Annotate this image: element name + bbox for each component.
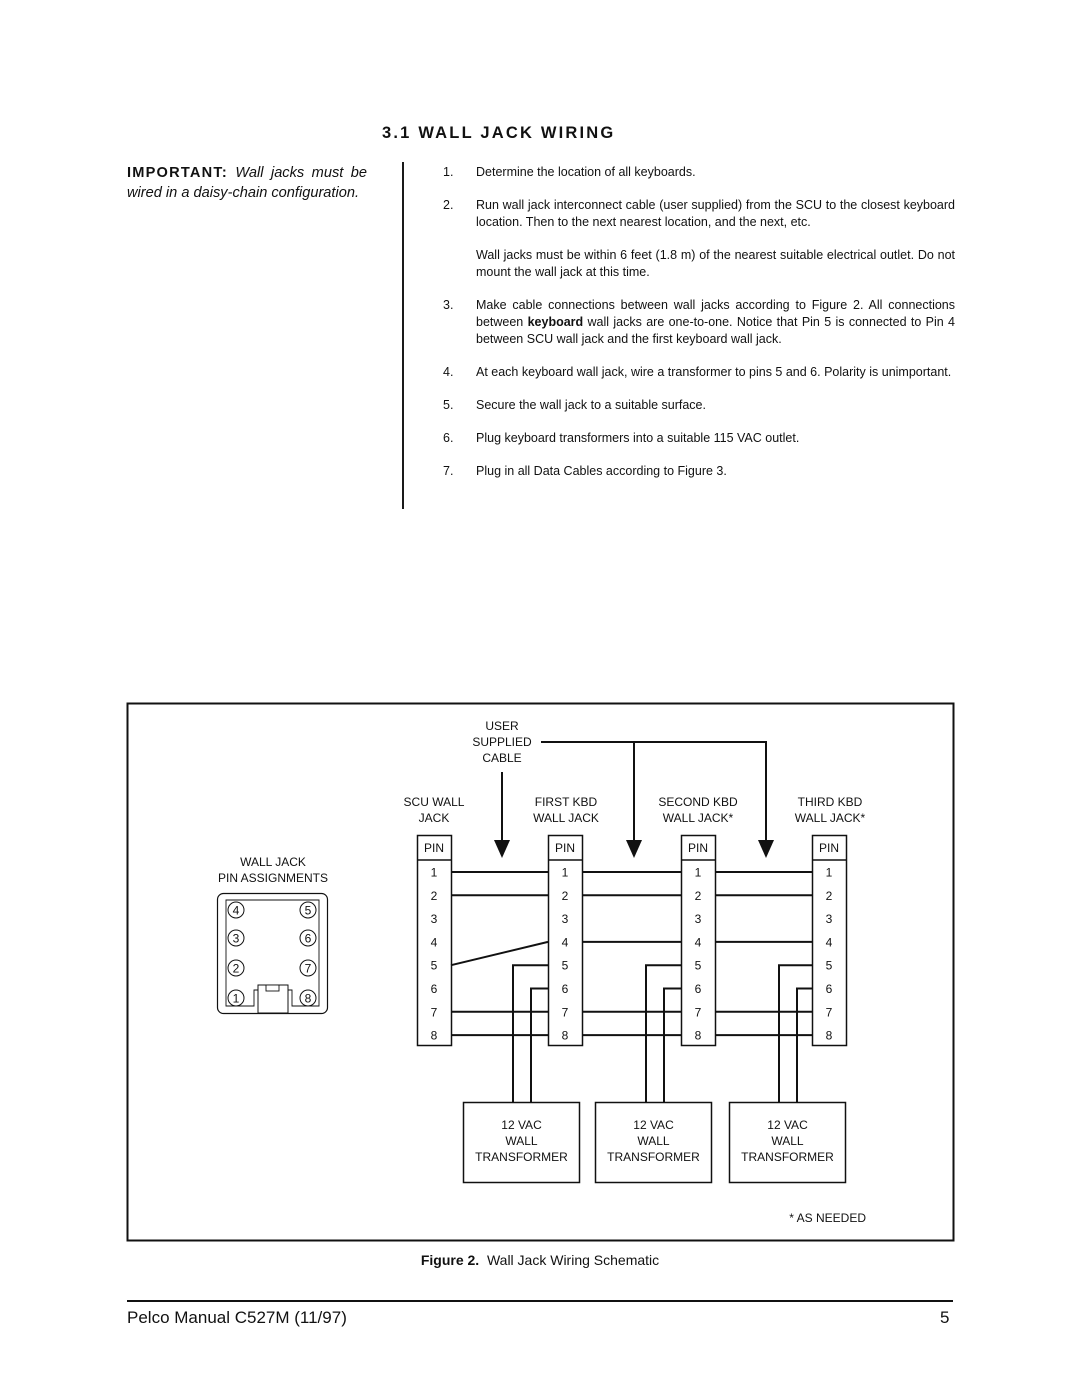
transformer-label-line: TRANSFORMER — [475, 1150, 568, 1164]
footer-manual: Pelco Manual C527M (11/97) — [127, 1308, 347, 1327]
transformer-wire — [796, 987, 812, 1102]
jack-label-line: JACK — [419, 811, 450, 825]
transformer-label-line: TRANSFORMER — [607, 1150, 700, 1164]
pin-label: 5 — [562, 959, 569, 973]
caption-label: Figure 2. — [420, 1252, 480, 1268]
pin-label: 8 — [695, 1029, 702, 1043]
pin-label: 7 — [431, 1005, 438, 1019]
transformer-label-line: WALL — [505, 1134, 538, 1148]
figure-caption: Figure 2. Wall Jack Wiring Schematic — [0, 1252, 1080, 1268]
pin-label: 3 — [562, 912, 569, 926]
cable-label-line: SUPPLIED — [472, 735, 532, 749]
transformer-wire — [778, 964, 812, 1102]
jack-3: THIRD KBD WALL JACK* PIN 1 2 3 4 5 6 7 8 — [795, 795, 866, 1047]
jack-2: SECOND KBD WALL JACK* PIN 1 2 3 4 5 6 7 8 — [658, 795, 738, 1047]
jack-label-line: SCU WALL — [404, 795, 465, 809]
pin-header: PIN — [688, 841, 708, 855]
pin-number: 1 — [233, 992, 240, 1006]
pin-label: 5 — [695, 959, 702, 973]
jack-label-line: FIRST KBD — [535, 795, 598, 809]
pin-label: 3 — [431, 912, 438, 926]
transformer-label-line: 12 VAC — [501, 1118, 542, 1132]
page-number: 5 — [940, 1308, 950, 1327]
pin-number: 7 — [305, 962, 312, 976]
pin-number: 3 — [233, 932, 240, 946]
arrow-down-icon — [494, 840, 510, 858]
pin-label: 3 — [695, 912, 702, 926]
pin-assign-title-line: PIN ASSIGNMENTS — [218, 871, 328, 885]
wall-jack-pin-diagram: 4 3 2 1 5 6 7 8 — [216, 892, 329, 1015]
pin-number: 2 — [233, 962, 240, 976]
footer-rule — [127, 1300, 953, 1302]
pin-label: 1 — [695, 866, 702, 880]
jack-label-line: THIRD KBD — [798, 795, 863, 809]
transformer-label-line: WALL — [637, 1134, 670, 1148]
pin-label: 8 — [431, 1029, 438, 1043]
jack-label-line: SECOND KBD — [658, 795, 738, 809]
pin-number: 8 — [305, 992, 312, 1006]
transformer-label-line: WALL — [771, 1134, 804, 1148]
pin-label: 2 — [826, 889, 833, 903]
jack-0: SCU WALL JACK PIN 1 2 3 4 5 6 7 8 — [404, 795, 465, 1047]
pin-label: 8 — [562, 1029, 569, 1043]
pin-label: 4 — [431, 935, 438, 949]
pin-number: 5 — [305, 904, 312, 918]
transformer-label-line: 12 VAC — [767, 1118, 808, 1132]
transformer-wire — [663, 987, 681, 1102]
pin-label: 5 — [431, 959, 438, 973]
jack-label-line: WALL JACK — [533, 811, 599, 825]
pin-label: 2 — [431, 889, 438, 903]
transformers-layer: 12 VAC WALL TRANSFORMER 12 VAC WALL TRANSFORM… — [462, 964, 847, 1184]
cable-label-line: USER — [485, 719, 519, 733]
cable-label-line: CABLE — [482, 751, 521, 765]
pin-label: 1 — [431, 866, 438, 880]
transformer-wire — [530, 987, 548, 1102]
pin-label: 7 — [826, 1005, 833, 1019]
jack-label-line: WALL JACK* — [663, 811, 734, 825]
pin-label: 8 — [826, 1029, 833, 1043]
wire — [450, 940, 549, 967]
caption-text: Wall Jack Wiring Schematic — [486, 1252, 660, 1268]
pin-label: 6 — [562, 982, 569, 996]
pin-number: 4 — [233, 904, 240, 918]
jack-label-line: WALL JACK* — [795, 811, 866, 825]
cable-line — [541, 741, 767, 845]
pin-label: 6 — [826, 982, 833, 996]
pin-assign-title-line: WALL JACK — [240, 855, 306, 869]
pin-header: PIN — [819, 841, 839, 855]
pin-label: 1 — [562, 866, 569, 880]
jack-1: FIRST KBD WALL JACK PIN 1 2 3 4 5 6 7 8 — [533, 795, 599, 1047]
jack-latch-tab — [265, 984, 280, 992]
wires-layer — [450, 871, 812, 1037]
pin-label: 6 — [431, 982, 438, 996]
pin-label: 6 — [695, 982, 702, 996]
transformer-label-line: TRANSFORMER — [741, 1150, 834, 1164]
pin-label: 4 — [562, 935, 569, 949]
pin-label: 1 — [826, 866, 833, 880]
transformer-label-line: 12 VAC — [633, 1118, 674, 1132]
pin-label: 7 — [695, 1005, 702, 1019]
pin-label: 2 — [562, 889, 569, 903]
pin-header: PIN — [424, 841, 444, 855]
pin-label: 5 — [826, 959, 833, 973]
arrow-down-icon — [626, 840, 642, 858]
footnote: * AS NEEDED — [789, 1211, 866, 1225]
arrow-down-icon — [758, 840, 774, 858]
pin-label: 7 — [562, 1005, 569, 1019]
pin-label: 4 — [826, 935, 833, 949]
wiring-schematic: USER SUPPLIED CABLE WALL JACK PIN ASSIGN… — [126, 702, 955, 1242]
pin-label: 2 — [695, 889, 702, 903]
pin-label: 3 — [826, 912, 833, 926]
pin-label: 4 — [695, 935, 702, 949]
pin-header: PIN — [555, 841, 575, 855]
pin-number: 6 — [305, 932, 312, 946]
